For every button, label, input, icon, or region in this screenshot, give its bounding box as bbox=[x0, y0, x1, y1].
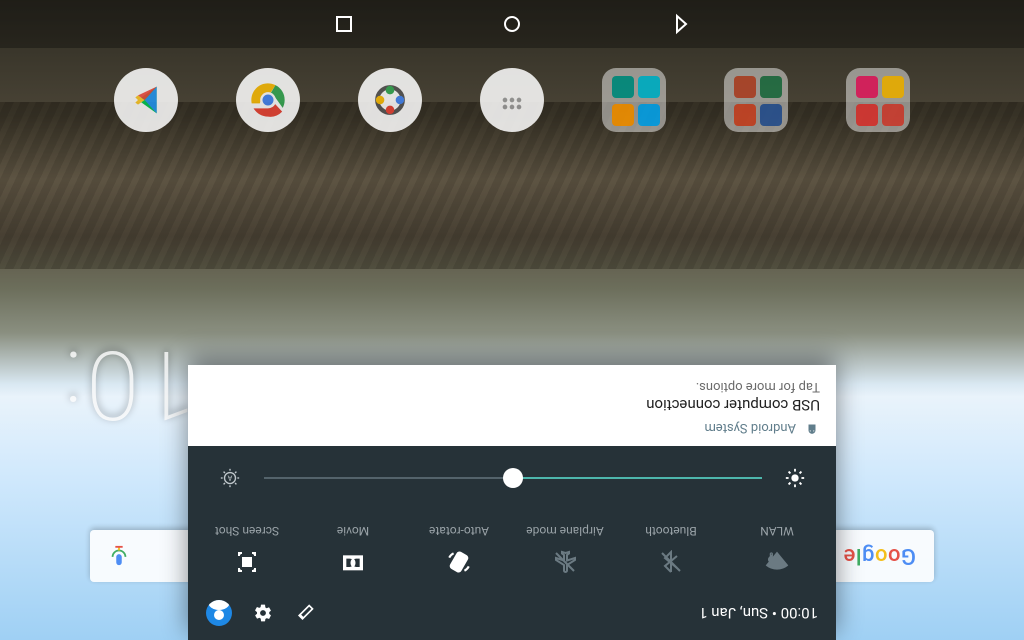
qs-tile-screenshot[interactable]: Screen Shot bbox=[196, 516, 298, 584]
qs-tile-autorotate[interactable]: Auto-rotate bbox=[408, 516, 510, 584]
qs-date: Sun, Jan 1 bbox=[699, 604, 768, 622]
system-nav-bar bbox=[0, 0, 1024, 48]
brightness-low-icon bbox=[784, 467, 806, 489]
recents-button[interactable] bbox=[330, 10, 358, 38]
qs-time: 10:00 bbox=[781, 604, 818, 622]
dock bbox=[0, 60, 1024, 140]
dock-folder-tools[interactable] bbox=[602, 68, 666, 132]
tile-label: Bluetooth bbox=[645, 524, 696, 538]
tile-label: WLAN bbox=[760, 524, 794, 538]
dock-app-photos[interactable] bbox=[358, 68, 422, 132]
svg-text:?: ? bbox=[769, 550, 774, 563]
dolby-icon bbox=[339, 548, 367, 576]
google-logo: Google bbox=[843, 544, 916, 569]
user-avatar-icon[interactable] bbox=[206, 600, 232, 626]
quick-settings-panel: 10:00 • Sun, Jan 1 ? WLAN bbox=[188, 365, 836, 640]
settings-icon[interactable] bbox=[252, 602, 274, 624]
notification-card[interactable]: Android System USB computer connection T… bbox=[188, 365, 836, 446]
dock-app-play-store[interactable] bbox=[114, 68, 178, 132]
svg-text:A: A bbox=[227, 473, 232, 482]
wallpaper-clock: 10: bbox=[60, 328, 196, 440]
dock-app-chrome[interactable] bbox=[236, 68, 300, 132]
qs-tile-bluetooth[interactable]: Bluetooth bbox=[620, 516, 722, 584]
auto-rotate-icon bbox=[445, 548, 473, 576]
auto-brightness-icon[interactable]: A bbox=[218, 466, 242, 490]
qs-tile-movie[interactable]: Movie bbox=[302, 516, 404, 584]
screenshot-icon bbox=[233, 548, 261, 576]
notification-title: USB computer connection bbox=[204, 396, 820, 414]
tile-label: Auto-rotate bbox=[429, 524, 489, 538]
brightness-row: A bbox=[188, 446, 836, 504]
qs-header: 10:00 • Sun, Jan 1 bbox=[188, 590, 836, 640]
qs-tiles: ? WLAN Bluetooth Airplane mode bbox=[188, 504, 836, 590]
bluetooth-off-icon bbox=[657, 548, 685, 576]
edit-tiles-icon[interactable] bbox=[294, 602, 316, 624]
wifi-unknown-icon: ? bbox=[763, 548, 791, 576]
dock-folder-office[interactable] bbox=[724, 68, 788, 132]
dock-folder-google[interactable] bbox=[846, 68, 910, 132]
qs-tile-airplane[interactable]: Airplane mode bbox=[514, 516, 616, 584]
tile-label: Movie bbox=[337, 524, 369, 538]
mic-icon[interactable] bbox=[108, 545, 130, 567]
tile-label: Screen Shot bbox=[215, 524, 279, 538]
airplane-off-icon bbox=[551, 548, 579, 576]
qs-time-date[interactable]: 10:00 • Sun, Jan 1 bbox=[699, 604, 818, 622]
back-button[interactable] bbox=[666, 10, 694, 38]
home-button[interactable] bbox=[498, 10, 526, 38]
notification-subtitle: Tap for more options. bbox=[204, 379, 820, 394]
tile-label: Airplane mode bbox=[526, 524, 603, 538]
qs-tile-wlan[interactable]: ? WLAN bbox=[726, 516, 828, 584]
android-system-icon bbox=[804, 420, 820, 436]
notification-app-name: Android System bbox=[704, 421, 796, 436]
brightness-slider[interactable] bbox=[264, 468, 762, 488]
app-drawer-button[interactable] bbox=[480, 68, 544, 132]
